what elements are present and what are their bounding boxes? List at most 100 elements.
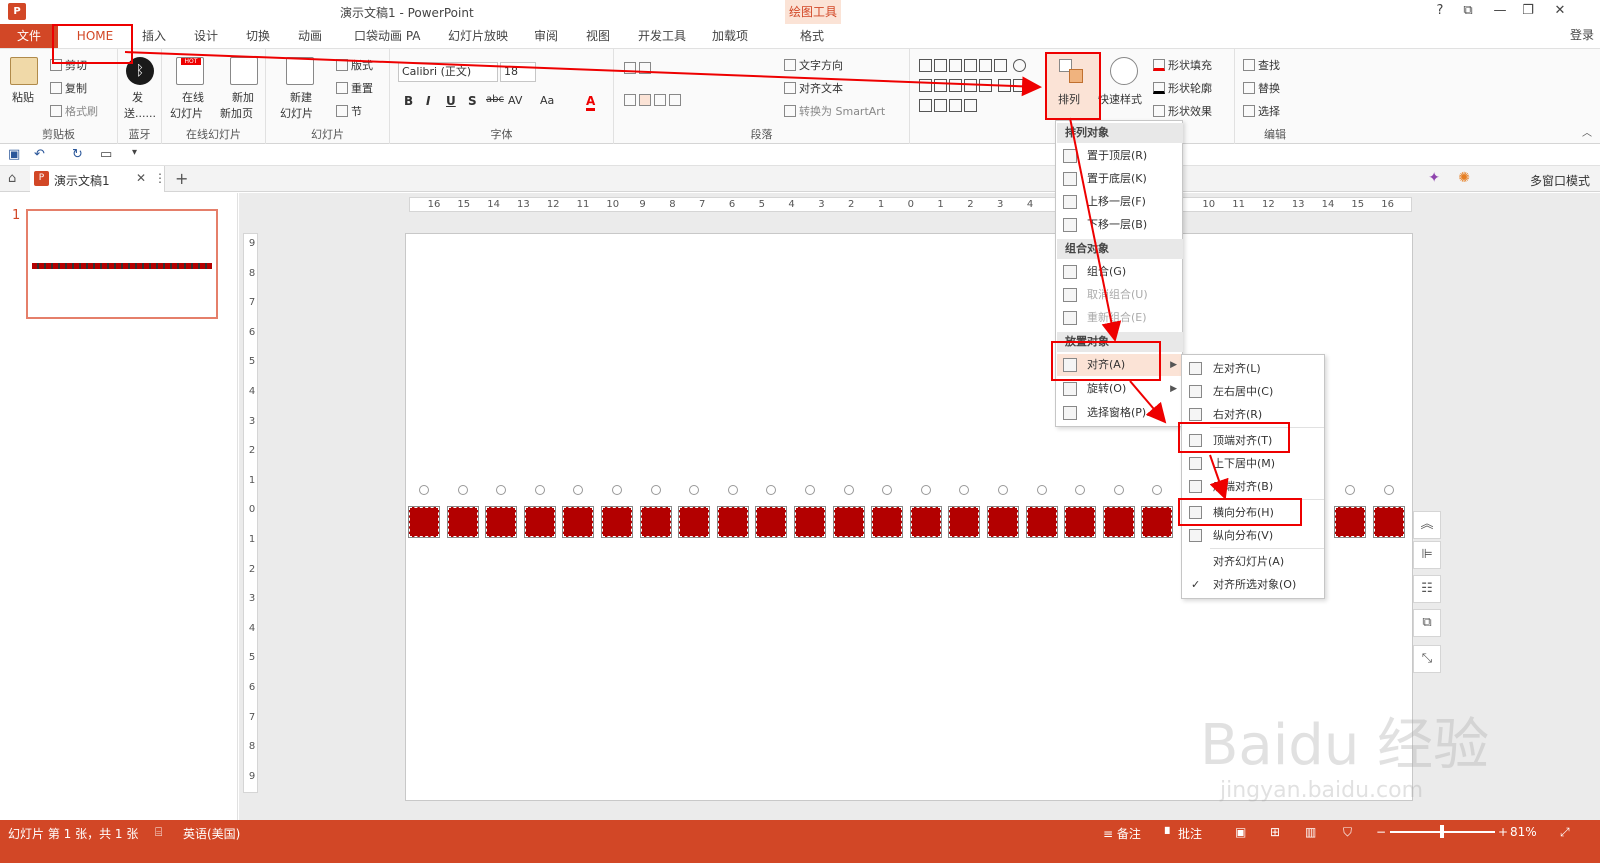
zoom-level[interactable]: 81%: [1510, 825, 1537, 839]
menu-send-to-back[interactable]: 置于底层(K): [1057, 168, 1183, 190]
rotate-handle-icon[interactable]: [457, 485, 468, 495]
red-square-shape[interactable]: [716, 506, 749, 538]
bold-button[interactable]: B: [404, 94, 413, 108]
start-slideshow-icon[interactable]: ▭: [100, 147, 112, 162]
rotate-handle-icon[interactable]: [612, 485, 622, 495]
menu-regroup[interactable]: 重新组合(E): [1057, 307, 1183, 329]
close-tab-icon[interactable]: ✕: [136, 171, 146, 185]
rotate-handle-icon[interactable]: [920, 485, 931, 495]
rotate-handle-icon[interactable]: [534, 485, 545, 495]
ribbon-display-button[interactable]: ⧉: [1458, 3, 1478, 18]
tab-view[interactable]: 视图: [582, 24, 614, 48]
rotate-handle-icon[interactable]: [419, 485, 429, 495]
red-square-shape[interactable]: [1064, 506, 1097, 538]
new-page-line1[interactable]: 新加: [232, 89, 254, 105]
menu-rotate[interactable]: 旋转(O) ▶: [1057, 378, 1183, 400]
rotate-handle-icon[interactable]: [805, 485, 815, 495]
change-case-button[interactable]: Aa: [540, 94, 554, 107]
help-button[interactable]: ?: [1430, 3, 1450, 18]
tab-addins[interactable]: 加载项: [708, 24, 752, 48]
red-square-shape[interactable]: [755, 506, 788, 538]
tab-slideshow[interactable]: 幻灯片放映: [444, 24, 512, 48]
gear-icon[interactable]: ✺: [1458, 170, 1470, 186]
red-square-shape[interactable]: [485, 506, 518, 538]
distribute-vertically[interactable]: 纵向分布(V): [1183, 524, 1325, 547]
smartart-button[interactable]: 转换为 SmartArt: [784, 103, 885, 119]
red-square-shape[interactable]: [639, 506, 672, 538]
red-square-shape[interactable]: [678, 506, 711, 538]
rotate-handle-icon[interactable]: [1384, 485, 1394, 495]
online-slides-line2[interactable]: 幻灯片: [170, 105, 203, 121]
layout-button[interactable]: 版式: [336, 57, 373, 73]
new-page-line2[interactable]: 新加页: [220, 105, 253, 121]
rotate-handle-icon[interactable]: [727, 485, 738, 495]
red-square-shape[interactable]: [1141, 506, 1174, 538]
doc-tab-presentation1[interactable]: P 演示文稿1 ✕ ⋮: [30, 166, 166, 192]
quick-styles-button[interactable]: 快速样式: [1098, 91, 1142, 107]
language-status[interactable]: 英语(美国): [183, 825, 240, 842]
align-tool-icon[interactable]: ⊫: [1413, 541, 1441, 569]
tab-design[interactable]: 设计: [190, 24, 222, 48]
reading-view-icon[interactable]: ▥: [1305, 825, 1316, 839]
red-square-shape[interactable]: [987, 506, 1019, 538]
undo-icon[interactable]: ↶: [34, 147, 45, 162]
menu-bring-forward[interactable]: 上移一层(F): [1057, 191, 1183, 213]
shadow-button[interactable]: S: [468, 94, 477, 108]
new-slide-line1[interactable]: 新建: [290, 89, 312, 105]
minimize-button[interactable]: —: [1490, 3, 1510, 18]
red-square-shape[interactable]: [909, 506, 942, 538]
close-button[interactable]: ✕: [1550, 3, 1570, 18]
text-direction-button[interactable]: 文字方向: [784, 57, 843, 73]
send-line2[interactable]: 送......: [124, 105, 156, 121]
red-square-shape[interactable]: [1334, 506, 1367, 538]
rotate-handle-icon[interactable]: [650, 485, 661, 495]
normal-view-icon[interactable]: ▣: [1235, 825, 1246, 839]
reset-button[interactable]: 重置: [336, 80, 373, 96]
align-to-slide[interactable]: 对齐幻灯片(A): [1183, 550, 1325, 573]
underline-button[interactable]: U: [446, 94, 456, 108]
red-square-shape[interactable]: [871, 506, 904, 538]
shape-effects-button[interactable]: 形状效果: [1153, 103, 1212, 119]
menu-send-backward[interactable]: 下移一层(B): [1057, 214, 1183, 236]
maximize-button[interactable]: ❐: [1518, 3, 1538, 18]
red-square-shape[interactable]: [948, 506, 981, 538]
red-square-shape[interactable]: [523, 506, 556, 538]
zoom-out-icon[interactable]: −: [1376, 825, 1386, 839]
signin-link[interactable]: 登录: [1570, 26, 1594, 43]
tab-pocket-animation[interactable]: 口袋动画 PA: [350, 24, 425, 48]
tab-review[interactable]: 审阅: [530, 24, 562, 48]
notes-button[interactable]: ≡ 备注: [1103, 825, 1141, 842]
rotate-handle-icon[interactable]: [1036, 485, 1047, 495]
align-selected-objects[interactable]: ✓ 对齐所选对象(O): [1183, 573, 1325, 596]
font-color-button[interactable]: A: [586, 94, 596, 111]
red-square-shape[interactable]: [794, 506, 826, 538]
magic-wand-icon[interactable]: ✦: [1428, 170, 1440, 186]
red-square-shape[interactable]: [1373, 506, 1405, 538]
tab-file[interactable]: 文件: [0, 24, 58, 48]
home-tab-icon[interactable]: ⌂: [8, 171, 16, 186]
font-name-combobox[interactable]: Calibri (正文): [398, 62, 498, 82]
red-square-shape[interactable]: [601, 506, 633, 538]
customize-qat-icon[interactable]: ▾: [132, 147, 137, 158]
arrange-tool-icon[interactable]: ⧉: [1413, 609, 1441, 637]
tab-more-icon[interactable]: ⋮: [154, 171, 166, 185]
copy-button[interactable]: 复制: [50, 80, 87, 96]
rotate-handle-icon[interactable]: [843, 485, 854, 495]
menu-group[interactable]: 组合(G): [1057, 261, 1183, 283]
bullets-button[interactable]: [624, 62, 654, 75]
char-spacing-button[interactable]: AV: [508, 94, 522, 107]
select-button[interactable]: 选择: [1243, 103, 1280, 119]
align-middle[interactable]: 上下居中(M): [1183, 452, 1325, 475]
strikethrough-button[interactable]: abc: [486, 94, 504, 105]
tab-animations[interactable]: 动画: [294, 24, 326, 48]
zoom-in-icon[interactable]: +: [1498, 825, 1508, 839]
red-square-shape[interactable]: [408, 506, 440, 538]
find-button[interactable]: 查找: [1243, 57, 1280, 73]
align-bottom[interactable]: 底端对齐(B): [1183, 475, 1325, 498]
rotate-handle-icon[interactable]: [998, 485, 1008, 495]
font-size-combobox[interactable]: 18: [500, 62, 536, 82]
menu-selection-pane[interactable]: 选择窗格(P)...: [1057, 402, 1183, 424]
save-icon[interactable]: ▣: [8, 147, 20, 162]
tab-developer[interactable]: 开发工具: [634, 24, 690, 48]
alignment-buttons[interactable]: [624, 94, 684, 107]
